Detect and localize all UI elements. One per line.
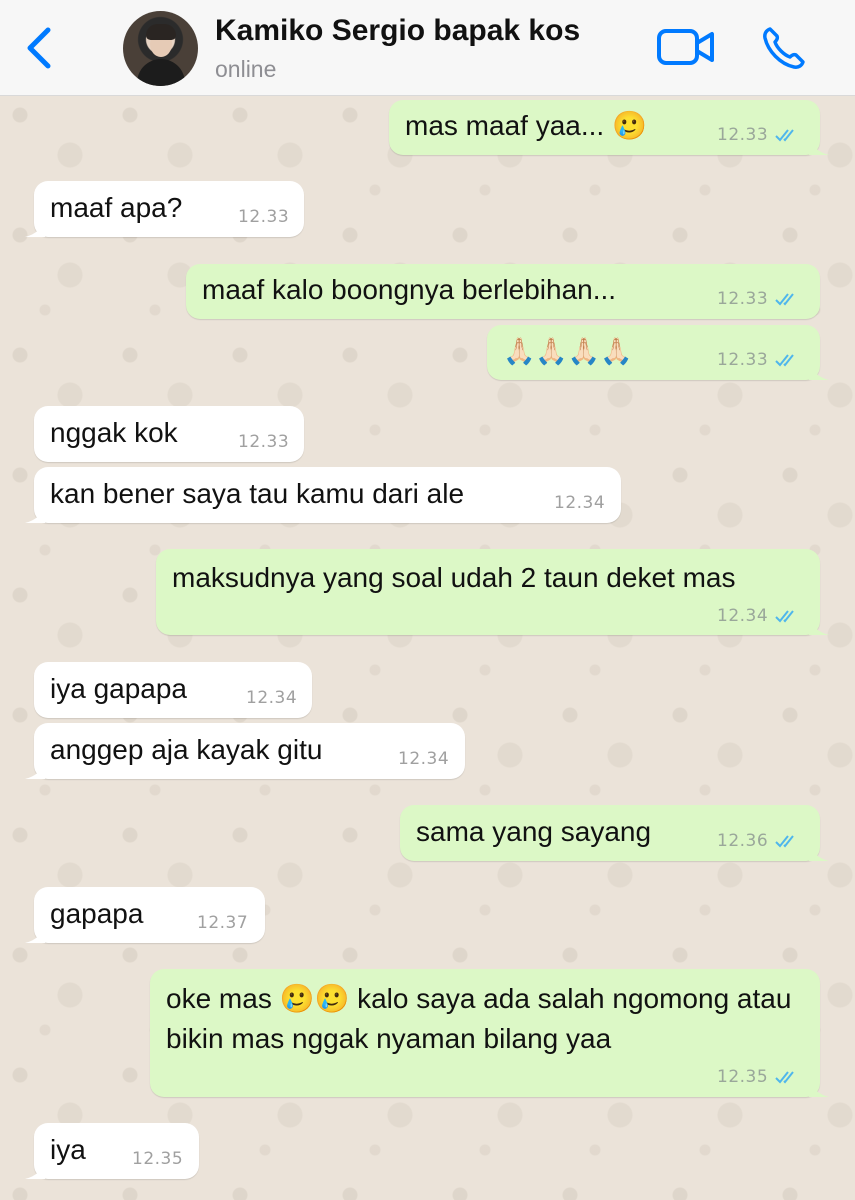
double-check-icon [775,610,794,623]
contact-status: online [215,56,277,82]
double-check-icon [775,293,794,306]
message-text: 🙏🏻🙏🏻🙏🏻🙏🏻 [503,336,633,366]
back-button[interactable] [18,22,62,74]
message-text: nggak kok [50,417,178,448]
message-incoming[interactable]: nggak kok 12.33 [34,406,304,462]
message-text: iya gapapa [50,673,188,704]
video-call-button[interactable] [656,26,716,68]
double-check-icon [775,1071,794,1084]
message-incoming[interactable]: iya gapapa 12.34 [34,662,312,718]
message-time: 12.35 [132,1149,184,1169]
message-text: anggep aja kayak gitu [50,734,323,765]
message-time: 12.33 [238,207,290,227]
message-incoming[interactable]: anggep aja kayak gitu 12.34 [25,723,465,779]
double-check-icon [775,835,794,848]
message-incoming[interactable]: iya 12.35 [25,1123,199,1179]
message-text: maksudnya yang soal udah 2 taun deket ma… [172,562,736,593]
message-time: 12.34 [717,606,769,626]
message-outgoing[interactable]: oke mas 🥲🥲 kalo saya ada salah ngomong a… [150,969,829,1097]
chevron-left-icon [27,27,51,69]
message-time: 12.34 [554,493,606,513]
double-check-icon [775,129,794,142]
message-text: iya [50,1134,86,1165]
voice-call-button[interactable] [760,24,808,72]
chat-header: Kamiko Sergio bapak kos online [0,0,855,96]
message-time: 12.36 [717,831,769,851]
message-incoming[interactable]: kan bener saya tau kamu dari ale 12.34 [25,467,621,523]
message-time: 12.33 [717,125,769,145]
message-time: 12.33 [717,289,769,309]
message-outgoing[interactable]: 🙏🏻🙏🏻🙏🏻🙏🏻 12.33 [487,325,829,380]
message-outgoing[interactable]: mas maaf yaa... 🥲 12.33 [389,100,829,155]
phone-icon [763,27,805,69]
message-text: kan bener saya tau kamu dari ale [50,478,465,509]
message-outgoing[interactable]: maaf kalo boongnya berlebihan... 12.33 [186,264,820,319]
message-time: 12.34 [398,749,450,769]
message-incoming[interactable]: maaf apa? 12.33 [25,181,304,237]
message-text: maaf apa? [50,192,183,223]
message-time: 12.35 [717,1067,769,1087]
message-text: oke mas 🥲🥲 kalo saya ada salah ngomong a… [166,983,792,1054]
message-text: maaf kalo boongnya berlebihan... [202,274,617,305]
avatar[interactable] [123,11,198,86]
message-outgoing[interactable]: maksudnya yang soal udah 2 taun deket ma… [156,549,829,635]
message-time: 12.34 [246,688,298,708]
contact-name[interactable]: Kamiko Sergio bapak kos [215,14,580,48]
message-time: 12.37 [197,913,249,933]
message-text: mas maaf yaa... 🥲 [405,110,647,141]
message-time: 12.33 [717,350,769,370]
video-camera-icon [657,29,714,65]
double-check-icon [775,354,794,367]
message-text: gapapa [50,898,144,929]
message-outgoing[interactable]: sama yang sayang 12.36 [400,805,829,861]
message-incoming[interactable]: gapapa 12.37 [25,887,265,943]
message-text: sama yang sayang [416,816,652,847]
message-time: 12.33 [238,432,290,452]
